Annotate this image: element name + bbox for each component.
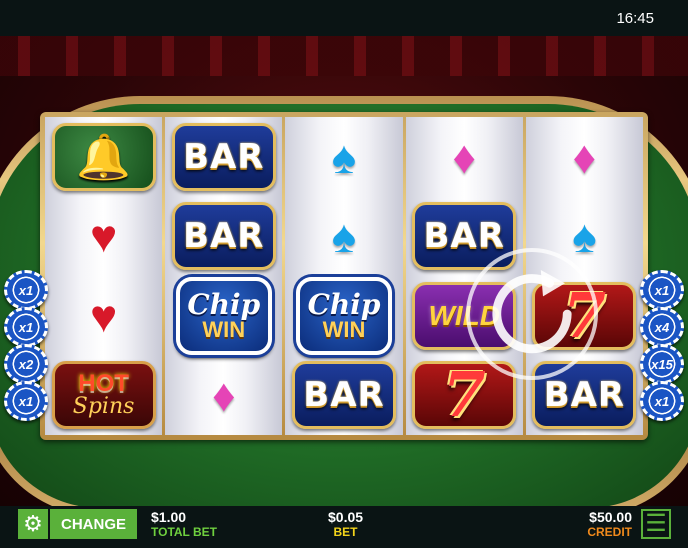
chip-win-line1: Chip	[187, 287, 261, 321]
spade-icon: ♠	[331, 130, 357, 183]
status-clock: 16:45	[616, 10, 654, 27]
total-bet-display: $1.00 TOTAL BET	[151, 510, 217, 538]
total-bet-label: TOTAL BET	[151, 525, 217, 539]
chip-win-line2: WIN	[322, 316, 366, 342]
reel-cell: 🔔	[45, 117, 162, 197]
hamburger-menu-icon: ☰	[645, 510, 667, 537]
bet-value: $0.05	[328, 509, 364, 525]
total-bet-value: $1.00	[151, 509, 187, 525]
diamond-icon: ♦	[572, 130, 597, 183]
settings-button[interactable]: ⚙	[18, 509, 48, 539]
left-multiplier-chips: x1 x1 x2 x1	[4, 270, 48, 421]
reel-cell: ♦	[406, 117, 523, 197]
reel-2: BAR BAR Chip WIN ♦	[165, 117, 283, 436]
right-multiplier-chips: x1 x4 x15 x1	[640, 270, 684, 421]
multiplier-chip: x1	[4, 270, 48, 310]
credit-display: $50.00 CREDIT	[587, 510, 632, 538]
reel-cell: ♦	[165, 356, 282, 436]
reel-cell: ♠	[285, 197, 402, 277]
hot-spins-line2: Spins	[72, 394, 135, 420]
bell-icon: 🔔	[76, 132, 131, 182]
change-bet-button[interactable]: CHANGE	[50, 509, 137, 539]
credit-value: $50.00	[589, 509, 632, 525]
hot-spins-symbol: HOT Spins	[51, 361, 156, 430]
hot-spins-line1: HOT	[78, 370, 129, 398]
bar-symbol: BAR	[171, 202, 276, 271]
multiplier-chip: x4	[640, 307, 684, 347]
heart-icon: ♥	[89, 210, 118, 263]
reel-cell: ♥	[45, 276, 162, 356]
chip-win-line1: Chip	[307, 287, 381, 321]
seven-glyph: 7	[442, 358, 486, 432]
reel-3: ♠ ♠ Chip WIN BAR	[285, 117, 403, 436]
reel-cell: HOT Spins	[45, 356, 162, 436]
bar-symbol: BAR	[171, 122, 276, 191]
gear-icon: ⚙	[23, 511, 43, 536]
spade-icon: ♠	[572, 210, 597, 263]
menu-button[interactable]: ☰	[641, 509, 671, 539]
heart-icon: ♥	[89, 289, 118, 342]
bottom-bar: ⚙ CHANGE $1.00 TOTAL BET $0.05 BET $50.0…	[0, 506, 688, 548]
reel-cell: ♦	[526, 117, 643, 197]
reel-1: 🔔 ♥ ♥ HOT Spins	[45, 117, 163, 436]
reel-cell: BAR	[285, 356, 402, 436]
spade-icon: ♠	[331, 210, 357, 263]
reel-cell: Chip WIN	[285, 276, 402, 356]
credit-label: CREDIT	[587, 525, 632, 539]
multiplier-chip: x1	[4, 307, 48, 347]
reel-cell: ♥	[45, 197, 162, 277]
bet-label: BET	[333, 525, 358, 539]
status-bar: 16:45	[0, 0, 688, 36]
bar-symbol: BAR	[292, 361, 396, 430]
multiplier-chip: x1	[640, 381, 684, 421]
chip-win-line2: WIN	[202, 316, 246, 342]
chip-win-symbol: Chip WIN	[175, 276, 272, 355]
refresh-spin-icon	[492, 270, 572, 354]
spin-button[interactable]	[466, 248, 598, 380]
multiplier-chip: x15	[640, 344, 684, 384]
reel-cell: BAR	[165, 197, 282, 277]
bet-display: $0.05 BET	[328, 510, 363, 538]
diamond-icon: ♦	[212, 369, 236, 422]
reel-cell: Chip WIN	[165, 276, 282, 356]
chip-win-symbol: Chip WIN	[296, 276, 392, 355]
bell-symbol: 🔔	[51, 122, 156, 191]
curtain-decoration	[0, 36, 688, 76]
reel-cell: BAR	[165, 117, 282, 197]
diamond-icon: ♦	[452, 130, 476, 183]
multiplier-chip: x2	[4, 344, 48, 384]
multiplier-chip: x1	[640, 270, 684, 310]
multiplier-chip: x1	[4, 381, 48, 421]
reel-cell: ♠	[285, 117, 402, 197]
